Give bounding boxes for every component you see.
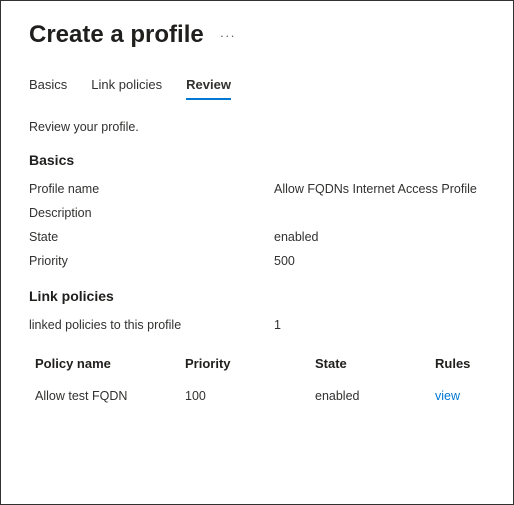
policies-table: Policy name Priority State Rules Allow t… [29,348,485,413]
link-policies-heading: Link policies [29,288,485,304]
value-priority: 500 [274,254,295,268]
table-row: Allow test FQDN 100 enabled view [29,379,485,413]
row-description: Description [29,206,485,220]
more-actions-icon[interactable]: ··· [220,28,236,43]
col-header-priority: Priority [185,356,315,371]
page-title: Create a profile [29,21,204,49]
label-priority: Priority [29,254,274,268]
row-priority: Priority 500 [29,254,485,268]
tab-link-policies[interactable]: Link policies [91,77,162,100]
col-header-name: Policy name [35,356,185,371]
value-state: enabled [274,230,319,244]
col-header-rules: Rules [435,356,479,371]
cell-priority: 100 [185,389,315,403]
value-linked-count: 1 [274,318,281,332]
row-profile-name: Profile name Allow FQDNs Internet Access… [29,182,485,196]
row-state: State enabled [29,230,485,244]
col-header-state: State [315,356,435,371]
label-description: Description [29,206,274,220]
label-profile-name: Profile name [29,182,274,196]
cell-state: enabled [315,389,435,403]
basics-heading: Basics [29,152,485,168]
label-state: State [29,230,274,244]
label-linked-count: linked policies to this profile [29,318,274,332]
review-subtitle: Review your profile. [29,120,485,134]
cell-policy-name: Allow test FQDN [35,389,185,403]
table-header: Policy name Priority State Rules [29,348,485,379]
view-rules-link[interactable]: view [435,389,460,403]
row-linked-count: linked policies to this profile 1 [29,318,485,332]
tab-review[interactable]: Review [186,77,231,100]
value-profile-name: Allow FQDNs Internet Access Profile [274,182,477,196]
tabs: Basics Link policies Review [29,77,485,100]
tab-basics[interactable]: Basics [29,77,67,100]
